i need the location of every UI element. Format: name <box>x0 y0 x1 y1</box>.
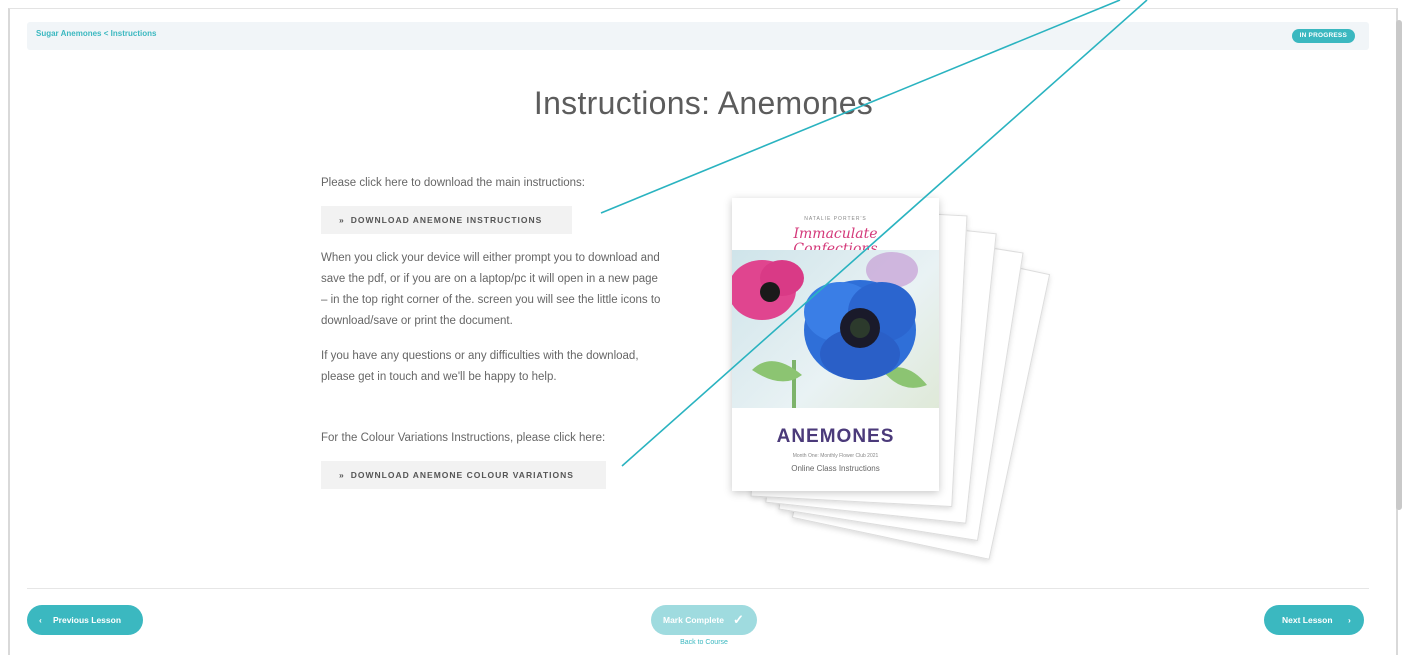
paragraph-line: – in the top right corner of the. screen… <box>321 294 661 306</box>
next-lesson-label: Next Lesson <box>1282 615 1333 625</box>
paragraph-line: If you have any questions or any difficu… <box>321 350 639 362</box>
paragraph-line: When you click your device will either p… <box>321 252 660 264</box>
logo-line: Immaculate <box>793 226 878 242</box>
download-help-paragraph: When you click your device will either p… <box>321 248 660 332</box>
status-badge: IN PROGRESS <box>1291 29 1355 43</box>
paragraph-line: please get in touch and we'll be happy t… <box>321 371 557 383</box>
download-instructions-label: DOWNLOAD ANEMONE INSTRUCTIONS <box>350 215 543 225</box>
checkmark-icon: ✓ <box>733 612 744 627</box>
cover-heading: ANEMONES <box>776 426 895 447</box>
contact-paragraph: If you have any questions or any difficu… <box>321 346 639 388</box>
colour-intro-text: For the Colour Variations Instructions, … <box>321 432 606 444</box>
page-title: Instructions: Anemones <box>533 85 874 121</box>
download-colour-variations-button[interactable]: » DOWNLOAD ANEMONE COLOUR VARIATIONS <box>321 461 606 489</box>
previous-lesson-button[interactable]: ‹ Previous Lesson <box>27 605 143 635</box>
double-chevron-icon: » <box>339 470 345 480</box>
chevron-right-icon: › <box>1348 615 1351 625</box>
intro-text: Please click here to download the main i… <box>321 177 586 189</box>
download-instructions-button[interactable]: » DOWNLOAD ANEMONE INSTRUCTIONS <box>321 206 572 234</box>
paragraph-line: download/save or print the document. <box>321 315 513 327</box>
breadcrumb: Sugar Anemones < Instructions <box>36 29 156 38</box>
breadcrumb-separator: < <box>103 29 109 38</box>
breadcrumb-lesson-link[interactable]: Instructions <box>111 29 157 38</box>
footer-divider <box>27 588 1369 589</box>
double-chevron-icon: » <box>339 215 345 225</box>
anemone-photo <box>732 250 939 408</box>
mark-complete-label: Mark Complete <box>663 615 724 625</box>
chevron-left-icon: ‹ <box>39 615 42 625</box>
lesson-header-bar: Sugar Anemones < Instructions IN PROGRES… <box>27 22 1369 50</box>
booklet-cover: NATALIE PORTER'S Immaculate Confections <box>732 198 939 491</box>
previous-lesson-label: Previous Lesson <box>53 615 122 625</box>
cover-subtitle: Online Class Instructions <box>791 464 880 473</box>
cover-subtitle: Month One: Monthly Flower Club 2021 <box>792 453 879 459</box>
anemone-flower-image <box>732 252 927 408</box>
download-colour-variations-label: DOWNLOAD ANEMONE COLOUR VARIATIONS <box>350 470 574 480</box>
mark-complete-button[interactable]: Mark Complete ✓ <box>651 605 757 635</box>
breadcrumb-course-link[interactable]: Sugar Anemones <box>36 29 102 38</box>
back-to-course-link[interactable]: Back to Course <box>651 639 757 646</box>
paragraph-line: save the pdf, or if you are on a laptop/… <box>321 273 658 285</box>
next-lesson-button[interactable]: Next Lesson › <box>1264 605 1364 635</box>
logo-small-text: NATALIE PORTER'S <box>804 216 867 222</box>
